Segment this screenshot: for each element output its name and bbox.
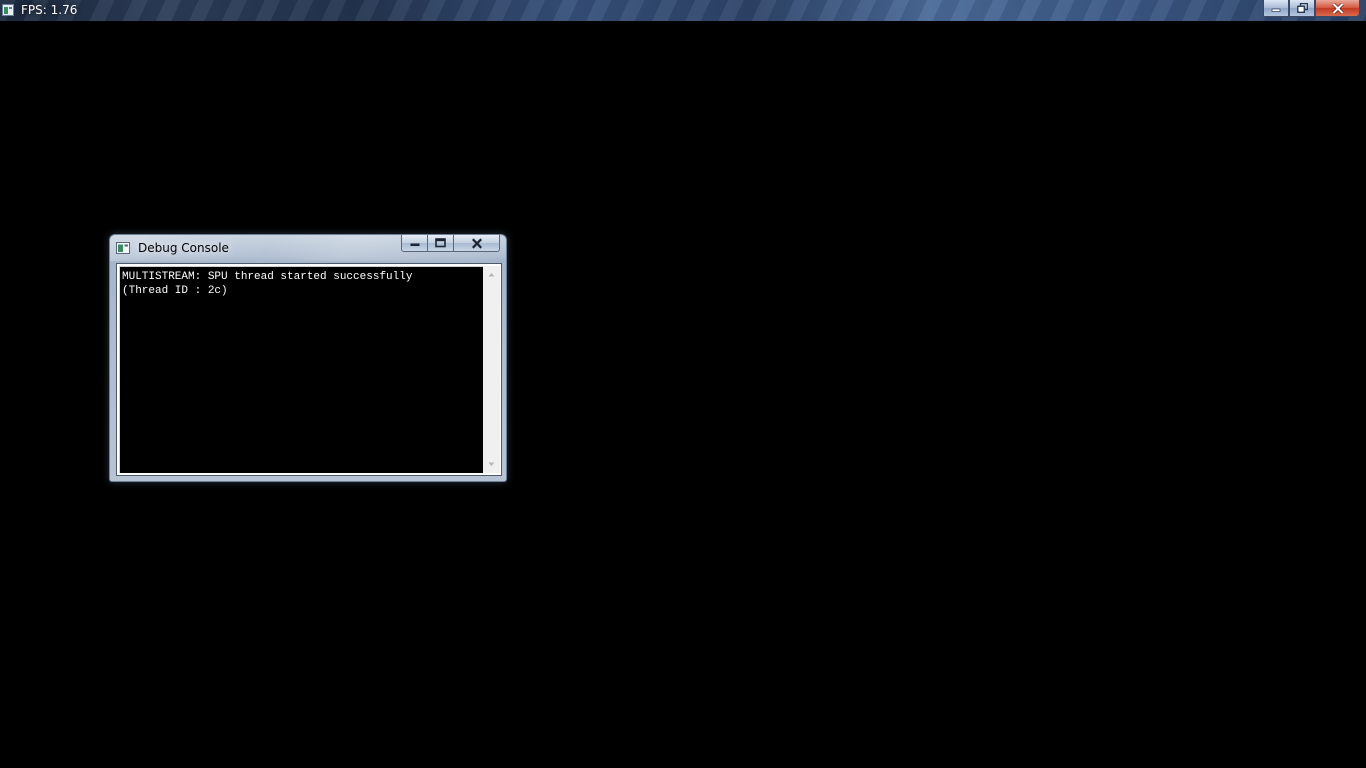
minimize-icon (1271, 8, 1281, 12)
vertical-scrollbar[interactable] (483, 266, 500, 473)
scroll-down-button[interactable] (483, 456, 500, 473)
restore-icon (1296, 3, 1308, 13)
debug-console-window[interactable]: Debug Console MULTISTREAM: SPU thread st… (109, 234, 507, 482)
console-minimize-button[interactable] (401, 235, 428, 252)
fps-title: FPS: 1.76 (21, 3, 78, 17)
main-window-titlebar[interactable]: FPS: 1.76 (0, 0, 1366, 21)
minimize-button[interactable] (1263, 0, 1289, 17)
close-icon (1331, 2, 1344, 14)
app-window-icon[interactable] (2, 4, 14, 16)
console-close-button[interactable] (454, 235, 500, 252)
titlebar-background (0, 0, 1366, 21)
scroll-up-arrow-icon (488, 273, 495, 277)
main-window-controls (1263, 0, 1360, 18)
scroll-up-button[interactable] (483, 266, 500, 283)
console-window-icon[interactable] (116, 242, 130, 254)
console-maximize-button[interactable] (428, 235, 454, 252)
console-line: (Thread ID : 2c) (122, 285, 228, 297)
console-client-area: MULTISTREAM: SPU thread started successf… (116, 263, 502, 476)
console-title: Debug Console (138, 241, 229, 255)
console-output[interactable]: MULTISTREAM: SPU thread started successf… (119, 266, 483, 473)
close-button[interactable] (1315, 0, 1360, 17)
maximize-icon (435, 238, 446, 248)
console-line: MULTISTREAM: SPU thread started successf… (122, 271, 413, 283)
scroll-down-arrow-icon (488, 462, 495, 466)
minimize-icon (410, 243, 419, 246)
console-window-controls (401, 235, 500, 252)
restore-button[interactable] (1289, 0, 1315, 17)
close-icon (471, 237, 482, 249)
